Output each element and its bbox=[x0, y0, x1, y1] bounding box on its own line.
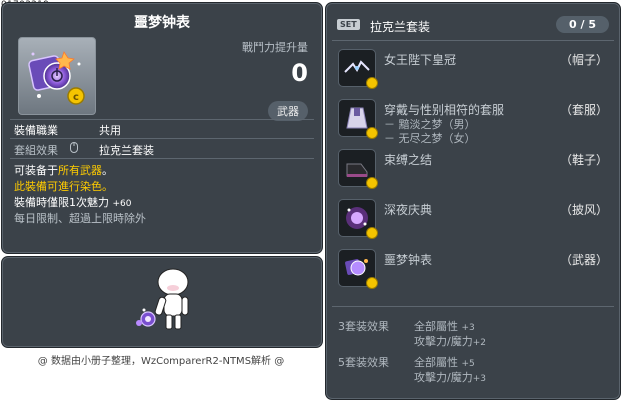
watermark: @ 数据由小册子整理，WzComparerR2-NTMS解析 @ bbox=[37, 356, 285, 367]
set-info-panel: SET 拉克兰套装 0 / 5 女王陛下皇冠 （帽子） 穿戴与性别相符的套服 （… bbox=[325, 2, 621, 400]
coin-icon bbox=[366, 177, 378, 189]
equip-restriction-text: 可装备于所有武器。 bbox=[14, 162, 113, 178]
coin-icon bbox=[366, 227, 378, 239]
cape-icon bbox=[338, 199, 378, 239]
stat-value: +5 bbox=[461, 359, 475, 369]
charm-label: 裝備時僅限1次魅力 bbox=[14, 196, 109, 209]
set-item-cape[interactable]: 深夜庆典 （披风） bbox=[336, 199, 612, 243]
set-effect-3-stat: 全部屬性 +3 bbox=[414, 318, 475, 334]
combat-power-label: 戰鬥力提升量 bbox=[242, 41, 308, 54]
svg-text:c: c bbox=[73, 92, 79, 103]
set-effect-5-attack: 攻擊力/魔力+3 bbox=[414, 369, 486, 385]
coin-icon bbox=[366, 127, 378, 139]
item-icon-frame: c bbox=[18, 37, 96, 115]
job-label: 裝備職業 bbox=[14, 124, 58, 137]
set-item-name: 噩梦钟表 bbox=[384, 253, 433, 267]
set-item-name: 束缚之结 bbox=[384, 153, 433, 167]
stat-value: +2 bbox=[472, 338, 486, 348]
set-item-type: （帽子） bbox=[559, 53, 608, 67]
desc-prefix: 可装备于 bbox=[14, 164, 58, 177]
character-preview-panel bbox=[1, 256, 323, 348]
item-tooltip-panel: 噩梦钟表 c 戰鬥力提升量 0 武器 裝備職業 共用 套組效果 拉克兰套装 可装… bbox=[1, 2, 323, 254]
set-effect-3-attack: 攻擊力/魔力+2 bbox=[414, 333, 486, 349]
divider bbox=[10, 119, 314, 120]
stat-name: 全部屬性 bbox=[414, 320, 458, 333]
category-tag: 武器 bbox=[268, 101, 308, 121]
set-item-type: （鞋子） bbox=[559, 153, 608, 167]
outfit-icon bbox=[338, 99, 378, 139]
coin-icon bbox=[366, 77, 378, 89]
charm-value: +60 bbox=[112, 199, 132, 209]
combat-power-value: 0 bbox=[291, 59, 308, 87]
stat-value: +3 bbox=[461, 323, 475, 333]
set-item-weapon[interactable]: 噩梦钟表 （武器） bbox=[336, 249, 612, 293]
stat-name: 攻擊力/魔力 bbox=[414, 371, 473, 384]
set-item-sub-female: － 无尽之梦（女） bbox=[384, 132, 476, 145]
set-badge: SET bbox=[337, 19, 360, 30]
daily-limit-text: 每日限制、超過上限時除外 bbox=[14, 212, 146, 225]
mouse-icon bbox=[70, 142, 78, 153]
shoes-icon bbox=[338, 149, 378, 189]
set-effect-label: 套組效果 bbox=[14, 144, 58, 157]
stat-name: 全部屬性 bbox=[414, 356, 458, 369]
set-item-shoes[interactable]: 束缚之结 （鞋子） bbox=[336, 149, 612, 193]
item-title: 噩梦钟表 bbox=[134, 15, 190, 31]
job-value: 共用 bbox=[99, 124, 121, 137]
set-effect-5-label: 5套装效果 bbox=[338, 356, 389, 369]
set-effect-3-label: 3套装效果 bbox=[338, 320, 389, 333]
dye-notice: 此裝備可進行染色。 bbox=[14, 180, 113, 193]
set-item-type: （武器） bbox=[559, 253, 608, 267]
coin-icon bbox=[366, 277, 378, 289]
divider bbox=[10, 138, 314, 139]
set-item-outfit[interactable]: 穿戴与性别相符的套服 （套服） － 黯淡之梦（男） － 无尽之梦（女） bbox=[336, 99, 612, 145]
set-item-crown[interactable]: 女王陛下皇冠 （帽子） bbox=[336, 49, 612, 93]
desc-suffix: 。 bbox=[102, 164, 113, 177]
divider bbox=[332, 306, 614, 307]
set-item-type: （披风） bbox=[559, 203, 608, 217]
divider bbox=[10, 158, 314, 159]
set-title: 拉克兰套装 bbox=[370, 20, 431, 34]
set-effect-value: 拉克兰套装 bbox=[99, 144, 154, 157]
set-item-name: 深夜庆典 bbox=[384, 203, 433, 217]
charm-text: 裝備時僅限1次魅力 +60 bbox=[14, 194, 132, 210]
stat-name: 攻擊力/魔力 bbox=[414, 335, 473, 348]
set-count-badge: 0 / 5 bbox=[556, 16, 609, 33]
clock-weapon-icon: c bbox=[28, 51, 85, 105]
stat-value: +3 bbox=[472, 374, 486, 384]
set-item-type: （套服） bbox=[559, 103, 608, 117]
character-avatar bbox=[136, 268, 189, 330]
desc-highlight: 所有武器 bbox=[58, 164, 102, 177]
divider bbox=[332, 40, 614, 41]
set-effect-5-stat: 全部屬性 +5 bbox=[414, 354, 475, 370]
set-item-name: 女王陛下皇冠 bbox=[384, 53, 457, 67]
clock-icon bbox=[338, 249, 378, 289]
crown-icon bbox=[338, 49, 378, 89]
